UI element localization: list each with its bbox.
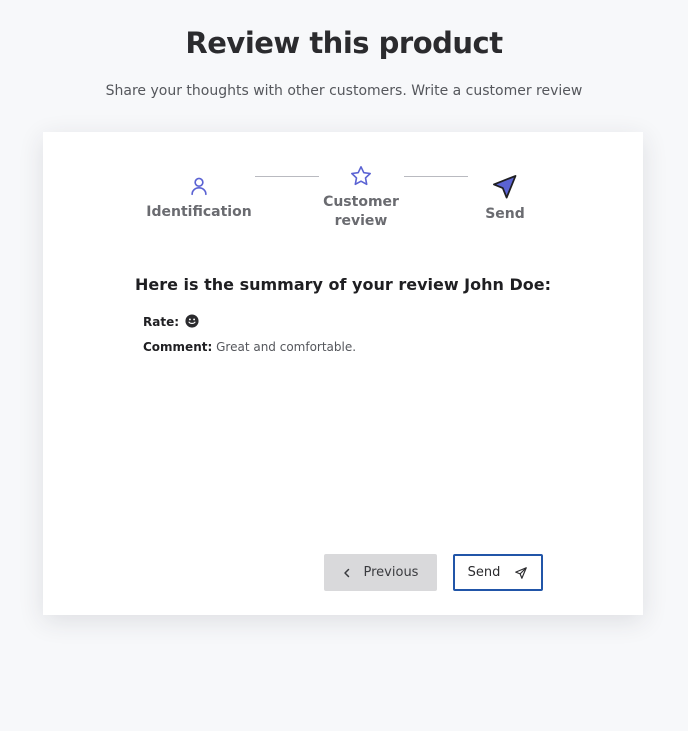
step-send: Send [473,173,537,224]
user-icon [191,177,207,196]
step-customer-review-label: Customer review [323,194,399,229]
send-button-label: Send [467,565,501,580]
send-icon [515,566,528,579]
step-customer-review: Customer review [313,164,409,231]
rate-label: Rate: [143,315,180,329]
page-subtitle: Share your thoughts with other customers… [105,83,583,99]
send-arrow-icon [493,175,517,199]
comment-value: Great and comfortable. [216,340,357,354]
step-connector [255,176,319,177]
chevron-left-icon [343,568,349,577]
smiley-icon [185,314,199,328]
rate-row: Rate: [143,314,199,329]
review-card: Identification Customer review Send Here… [43,132,643,615]
send-button[interactable]: Send [453,554,543,591]
summary-heading: Here is the summary of your review John … [134,275,551,294]
step-send-label: Send [485,206,525,222]
star-icon [351,166,371,186]
previous-button[interactable]: Previous [324,554,437,591]
page-title: Review this product [185,26,503,60]
step-connector [404,176,468,177]
comment-row: Comment: Great and comfortable. [143,340,356,354]
step-identification: Identification [143,175,255,222]
step-identification-label: Identification [146,204,252,220]
previous-button-label: Previous [363,565,419,580]
comment-label: Comment: [143,340,213,354]
